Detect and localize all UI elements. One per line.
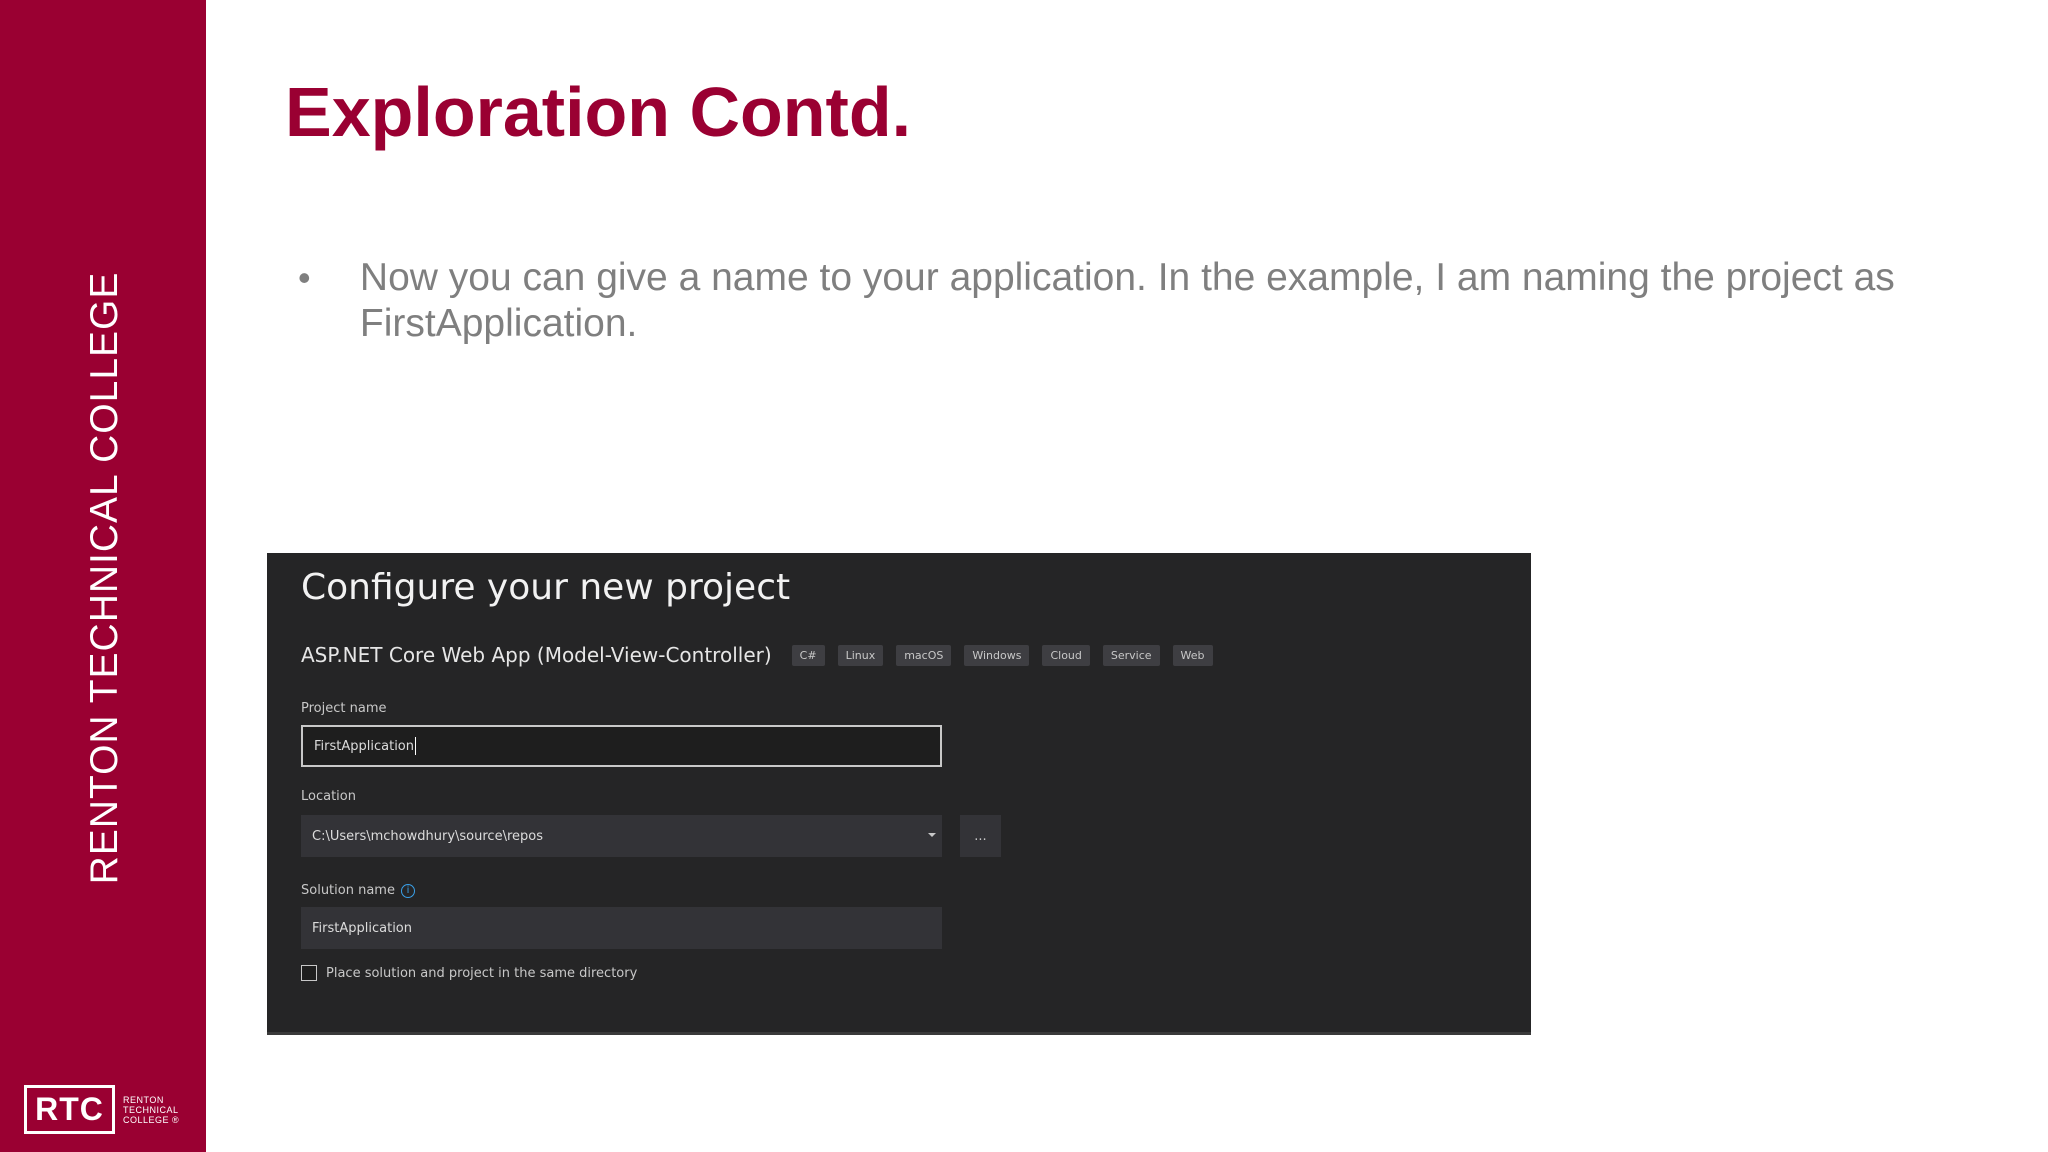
logo-wordmark: RENTON TECHNICAL COLLEGE ® bbox=[123, 1095, 179, 1125]
solution-name-value: FirstApplication bbox=[312, 920, 412, 936]
tag-windows: Windows bbox=[964, 644, 1030, 666]
template-row: ASP.NET Core Web App (Model-View-Control… bbox=[301, 643, 1226, 667]
location-dropdown[interactable]: C:\Users\mchowdhury\source\repos bbox=[301, 815, 942, 857]
bullet-icon: • bbox=[298, 257, 311, 298]
tag-linux: Linux bbox=[837, 644, 884, 666]
tag-macos: macOS bbox=[896, 644, 952, 666]
dialog-title: Configure your new project bbox=[301, 567, 791, 608]
logo-line: RENTON bbox=[123, 1094, 164, 1105]
template-name: ASP.NET Core Web App (Model-View-Control… bbox=[301, 643, 772, 667]
logo-line: TECHNICAL bbox=[123, 1104, 179, 1115]
project-name-label: Project name bbox=[301, 701, 387, 716]
location-value: C:\Users\mchowdhury\source\repos bbox=[312, 828, 543, 844]
browse-button[interactable]: ... bbox=[960, 815, 1001, 857]
tag-service: Service bbox=[1102, 644, 1160, 666]
slide-title: Exploration Contd. bbox=[285, 73, 912, 151]
sidebar: RENTON TECHNICAL COLLEGE RTC RENTON TECH… bbox=[0, 0, 206, 1152]
tag-csharp: C# bbox=[791, 644, 825, 666]
tag-cloud: Cloud bbox=[1042, 644, 1090, 666]
solution-name-input[interactable]: FirstApplication bbox=[301, 907, 942, 949]
info-icon[interactable]: i bbox=[400, 883, 415, 898]
project-name-value: FirstApplication bbox=[314, 738, 414, 754]
college-logo: RTC RENTON TECHNICAL COLLEGE ® bbox=[24, 1085, 179, 1134]
bullet-text: Now you can give a name to your applicat… bbox=[359, 256, 1895, 345]
solution-name-label: Solution name bbox=[301, 883, 395, 898]
chevron-down-icon bbox=[928, 833, 936, 837]
same-directory-label[interactable]: Place solution and project in the same d… bbox=[326, 966, 637, 981]
project-name-input[interactable]: FirstApplication bbox=[301, 725, 942, 767]
bullet-item: • Now you can give a name to your applic… bbox=[298, 255, 1898, 347]
college-vertical-label: RENTON TECHNICAL COLLEGE bbox=[83, 271, 126, 885]
location-label: Location bbox=[301, 789, 356, 804]
text-caret bbox=[415, 737, 416, 755]
tag-web: Web bbox=[1172, 644, 1213, 666]
configure-project-screenshot: Configure your new project ASP.NET Core … bbox=[267, 553, 1531, 1035]
same-directory-checkbox[interactable] bbox=[301, 965, 317, 981]
logo-line: COLLEGE ® bbox=[123, 1114, 180, 1125]
solution-name-label-row: Solution name i bbox=[301, 883, 415, 898]
logo-mark: RTC bbox=[24, 1085, 115, 1134]
